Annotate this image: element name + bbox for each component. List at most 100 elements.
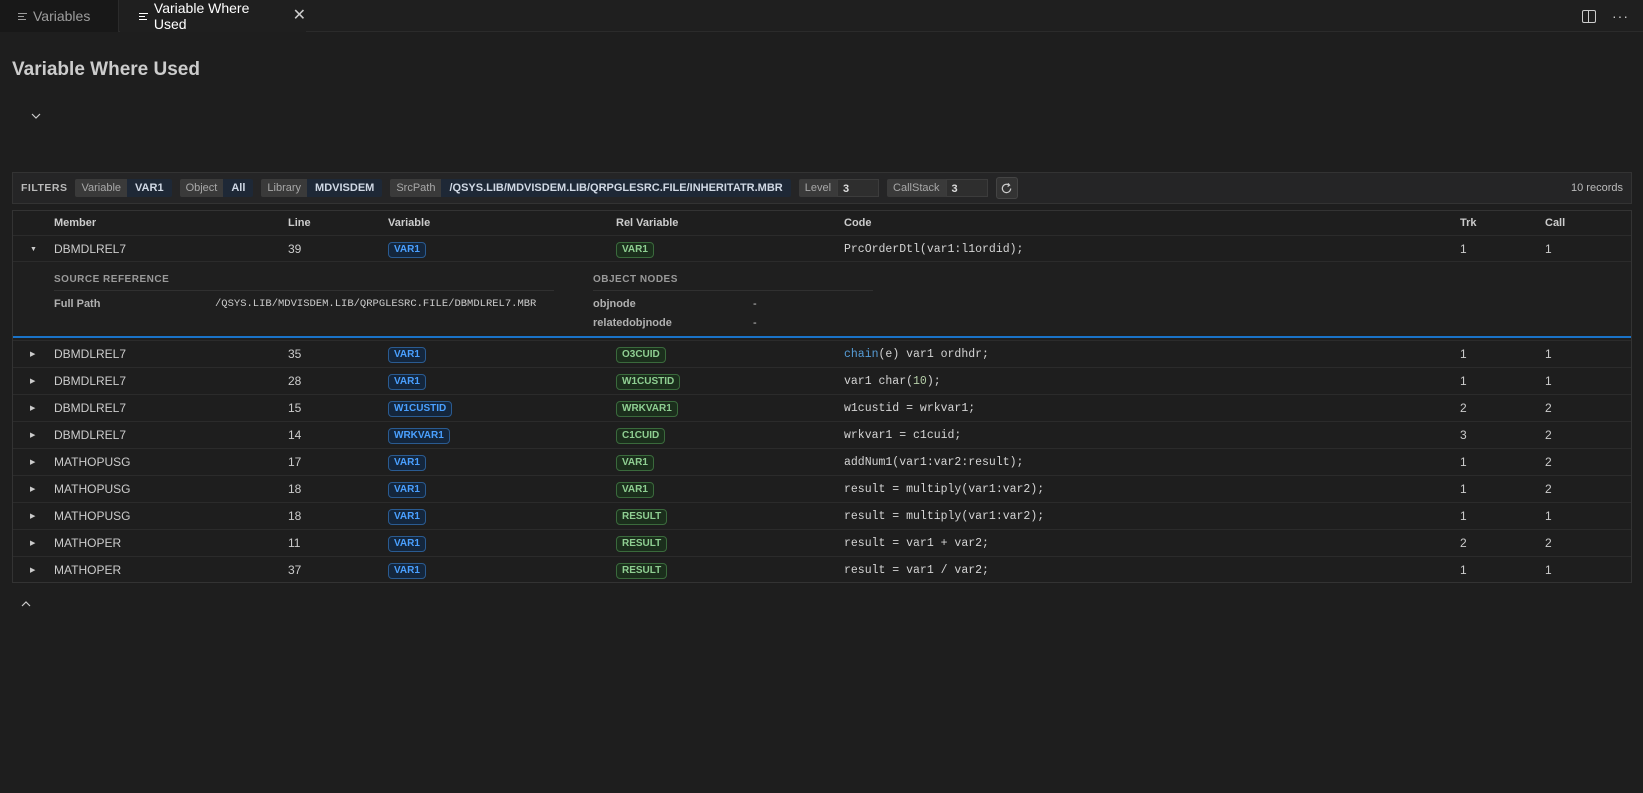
- caret-right-icon[interactable]: ▶: [30, 422, 35, 449]
- variable-cell: WRKVAR1: [388, 422, 450, 449]
- relvar-pill: O3CUID: [616, 346, 666, 363]
- table-row[interactable]: ▶ MATHOPER 11 VAR1 RESULT result = var1 …: [13, 529, 1631, 556]
- variable-cell: VAR1: [388, 476, 426, 503]
- caret-right-icon[interactable]: ▶: [30, 557, 35, 584]
- table-row[interactable]: ▶ DBMDLREL7 14 WRKVAR1 C1CUID wrkvar1 = …: [13, 421, 1631, 448]
- level-input[interactable]: 3: [837, 179, 880, 197]
- code-cell: result = multiply(var1:var2);: [844, 483, 1045, 496]
- variable-cell: VAR1: [388, 503, 426, 530]
- member-cell: DBMDLREL7: [54, 242, 127, 256]
- trk-cell: 1: [1460, 242, 1467, 256]
- line-cell: 39: [288, 242, 302, 256]
- variable-pill: VAR1: [388, 373, 426, 390]
- member-cell: MATHOPUSG: [54, 455, 131, 469]
- caret-right-icon[interactable]: ▶: [30, 449, 35, 476]
- col-rel-variable[interactable]: Rel Variable: [616, 217, 678, 229]
- col-trk[interactable]: Trk: [1460, 217, 1477, 229]
- filter-srcpath[interactable]: SrcPath /QSYS.LIB/MDVISDEM.LIB/QRPGLESRC…: [390, 179, 791, 197]
- source-reference-heading: SOURCE REFERENCE: [54, 274, 170, 285]
- filter-bar: FILTERS Variable VAR1 Object All Library…: [12, 172, 1632, 204]
- code-number: 10: [913, 375, 927, 388]
- refresh-icon: [1001, 182, 1012, 193]
- variable-cell: VAR1: [388, 530, 426, 557]
- filter-variable[interactable]: Variable VAR1: [75, 179, 172, 197]
- refresh-button[interactable]: [995, 177, 1018, 199]
- variable-cell: VAR1: [388, 368, 426, 395]
- code-text-tail: );: [926, 375, 941, 388]
- relvar-pill: RESULT: [616, 562, 668, 579]
- col-member[interactable]: Member: [54, 217, 96, 229]
- caret-right-icon[interactable]: ▶: [30, 395, 35, 422]
- filter-key: Object: [179, 179, 224, 197]
- more-actions-icon[interactable]: ···: [1612, 8, 1629, 24]
- objnode-value: -: [753, 298, 757, 310]
- table-row[interactable]: ▶ DBMDLREL7 35 VAR1 O3CUID chain(e) var1…: [13, 340, 1631, 367]
- list-icon: [139, 12, 148, 21]
- relvar-pill: WRKVAR1: [616, 400, 678, 417]
- split-editor-icon[interactable]: [1582, 9, 1596, 23]
- trk-cell: 1: [1460, 374, 1467, 388]
- chevron-down-icon[interactable]: [30, 110, 42, 122]
- line-cell: 14: [288, 428, 302, 442]
- line-cell: 35: [288, 347, 302, 361]
- results-table: Member Line Variable Rel Variable Code T…: [12, 210, 1632, 583]
- table-row[interactable]: ▶ MATHOPUSG 18 VAR1 VAR1 result = multip…: [13, 475, 1631, 502]
- chevron-up-icon[interactable]: [20, 598, 32, 610]
- table-row[interactable]: ▶ MATHOPER 37 VAR1 RESULT result = var1 …: [13, 556, 1631, 583]
- full-path-value: /QSYS.LIB/MDVISDEM.LIB/QRPGLESRC.FILE/DB…: [215, 298, 537, 310]
- table-row[interactable]: ▶ DBMDLREL7 28 VAR1 W1CUSTID var1 char(1…: [13, 367, 1631, 394]
- table-row[interactable]: ▶ MATHOPUSG 17 VAR1 VAR1 addNum1(var1:va…: [13, 448, 1631, 475]
- filter-key: SrcPath: [390, 179, 442, 197]
- object-nodes-heading: OBJECT NODES: [593, 274, 678, 285]
- relatedobjnode-value: -: [753, 317, 757, 329]
- close-icon[interactable]: ✕: [293, 8, 306, 24]
- tab-bar: Variables Variable Where Used ✕ ···: [0, 0, 1643, 32]
- caret-right-icon[interactable]: ▶: [30, 368, 35, 395]
- tab-variables[interactable]: Variables: [0, 0, 119, 32]
- tab-variable-where-used[interactable]: Variable Where Used ✕: [120, 0, 306, 32]
- line-cell: 11: [288, 536, 301, 550]
- col-line[interactable]: Line: [288, 217, 311, 229]
- filter-object[interactable]: Object All: [179, 179, 254, 197]
- filter-key: Library: [261, 179, 308, 197]
- tab-label: Variable Where Used: [153, 0, 250, 32]
- trk-cell: 1: [1460, 563, 1467, 577]
- code-cell: result = multiply(var1:var2);: [844, 510, 1045, 523]
- code-cell: addNum1(var1:var2:result);: [844, 456, 1024, 469]
- caret-right-icon[interactable]: ▶: [30, 341, 35, 368]
- line-cell: 18: [288, 509, 302, 523]
- trk-cell: 3: [1460, 428, 1467, 442]
- col-code[interactable]: Code: [844, 217, 872, 229]
- caret-right-icon[interactable]: ▶: [30, 503, 35, 530]
- variable-cell: VAR1: [388, 557, 426, 584]
- table-row[interactable]: ▼ DBMDLREL7 39 VAR1 VAR1 PrcOrderDtl(var…: [13, 235, 1631, 262]
- table-row[interactable]: ▶ DBMDLREL7 15 W1CUSTID WRKVAR1 w1custid…: [13, 394, 1631, 421]
- relvar-pill: RESULT: [616, 508, 668, 525]
- trk-cell: 2: [1460, 536, 1467, 550]
- filter-library[interactable]: Library MDVISDEM: [261, 179, 383, 197]
- code-text: var1 char(: [844, 375, 914, 388]
- caret-right-icon[interactable]: ▶: [30, 476, 35, 503]
- variable-pill: VAR1: [388, 508, 426, 525]
- table-row[interactable]: ▶ MATHOPUSG 18 VAR1 RESULT result = mult…: [13, 502, 1631, 529]
- code-text: (e) var1 ordhdr;: [878, 348, 989, 361]
- member-cell: MATHOPER: [54, 536, 122, 550]
- filter-key: Variable: [75, 179, 128, 197]
- variable-pill: VAR1: [388, 481, 426, 498]
- callstack-input[interactable]: 3: [945, 179, 988, 197]
- relvar-cell: VAR1: [616, 236, 654, 263]
- code-cell: result = var1 / var2;: [844, 564, 989, 577]
- relvar-pill: VAR1: [616, 241, 654, 258]
- member-cell: DBMDLREL7: [54, 428, 127, 442]
- col-call[interactable]: Call: [1545, 217, 1565, 229]
- relvar-cell: RESULT: [616, 530, 668, 557]
- list-icon: [18, 12, 27, 21]
- line-cell: 17: [288, 455, 302, 469]
- trk-cell: 1: [1460, 482, 1467, 496]
- caret-right-icon[interactable]: ▶: [30, 530, 35, 557]
- caret-down-icon[interactable]: ▼: [30, 236, 37, 263]
- variable-cell: VAR1: [388, 449, 426, 476]
- variable-pill: WRKVAR1: [388, 427, 450, 444]
- call-cell: 1: [1545, 563, 1552, 577]
- col-variable[interactable]: Variable: [388, 217, 430, 229]
